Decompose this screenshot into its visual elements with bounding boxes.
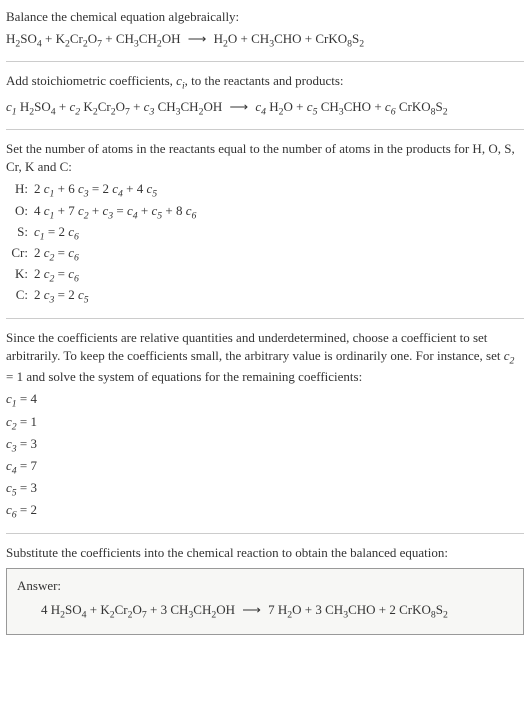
answer-label: Answer:: [17, 577, 513, 595]
atom-element: K:: [6, 265, 34, 283]
atom-equation: 2 c2 = c6: [34, 244, 524, 265]
answer-equation: 4 H2SO4 + K2Cr2O7 + 3 CH3CH2OH ⟶ 7 H2O +…: [17, 601, 513, 622]
underdetermined-section: Since the coefficients are relative quan…: [6, 329, 524, 523]
atom-equation: 2 c2 = c6: [34, 265, 524, 286]
stoich-text-part2: , to the reactants and products:: [185, 73, 344, 88]
atom-element: Cr:: [6, 244, 34, 262]
atom-element: H:: [6, 180, 34, 198]
atoms-table: H:2 c1 + 6 c3 = 2 c4 + 4 c5O:4 c1 + 7 c2…: [6, 180, 524, 307]
atom-row: S:c1 = 2 c6: [6, 223, 524, 244]
underdet-text: Since the coefficients are relative quan…: [6, 329, 524, 387]
substitute-text: Substitute the coefficients into the che…: [6, 544, 524, 562]
coefficient-row: c1 = 4: [6, 390, 524, 411]
intro-text: Balance the chemical equation algebraica…: [6, 8, 524, 26]
ci-symbol: ci: [176, 73, 185, 88]
stoich-text: Add stoichiometric coefficients, ci, to …: [6, 72, 524, 93]
atom-row: C:2 c3 = 2 c5: [6, 286, 524, 307]
coefficient-row: c2 = 1: [6, 413, 524, 434]
stoich-section: Add stoichiometric coefficients, ci, to …: [6, 72, 524, 118]
coefficient-row: c5 = 3: [6, 479, 524, 500]
divider: [6, 533, 524, 534]
intro-section: Balance the chemical equation algebraica…: [6, 8, 524, 51]
atom-equation: 2 c1 + 6 c3 = 2 c4 + 4 c5: [34, 180, 524, 201]
coefficients-list: c1 = 4c2 = 1c3 = 3c4 = 7c5 = 3c6 = 2: [6, 390, 524, 522]
atom-row: K:2 c2 = c6: [6, 265, 524, 286]
divider: [6, 129, 524, 130]
original-equation: H2SO4 + K2Cr2O7 + CH3CH2OH ⟶ H2O + CH3CH…: [6, 30, 524, 51]
divider: [6, 61, 524, 62]
coefficient-row: c6 = 2: [6, 501, 524, 522]
atom-element: S:: [6, 223, 34, 241]
atom-row: Cr:2 c2 = c6: [6, 244, 524, 265]
atom-equation: c1 = 2 c6: [34, 223, 524, 244]
atom-element: C:: [6, 286, 34, 304]
atom-element: O:: [6, 202, 34, 220]
atoms-section: Set the number of atoms in the reactants…: [6, 140, 524, 308]
stoich-text-part1: Add stoichiometric coefficients,: [6, 73, 176, 88]
divider: [6, 318, 524, 319]
coefficient-row: c3 = 3: [6, 435, 524, 456]
atom-row: H:2 c1 + 6 c3 = 2 c4 + 4 c5: [6, 180, 524, 201]
coefficient-row: c4 = 7: [6, 457, 524, 478]
atom-equation: 2 c3 = 2 c5: [34, 286, 524, 307]
substitute-section: Substitute the coefficients into the che…: [6, 544, 524, 562]
atoms-intro: Set the number of atoms in the reactants…: [6, 140, 524, 176]
coeff-equation: c1 H2SO4 + c2 K2Cr2O7 + c3 CH3CH2OH ⟶ c4…: [6, 98, 524, 119]
answer-box: Answer: 4 H2SO4 + K2Cr2O7 + 3 CH3CH2OH ⟶…: [6, 568, 524, 635]
atom-equation: 4 c1 + 7 c2 + c3 = c4 + c5 + 8 c6: [34, 202, 524, 223]
atom-row: O:4 c1 + 7 c2 + c3 = c4 + c5 + 8 c6: [6, 202, 524, 223]
